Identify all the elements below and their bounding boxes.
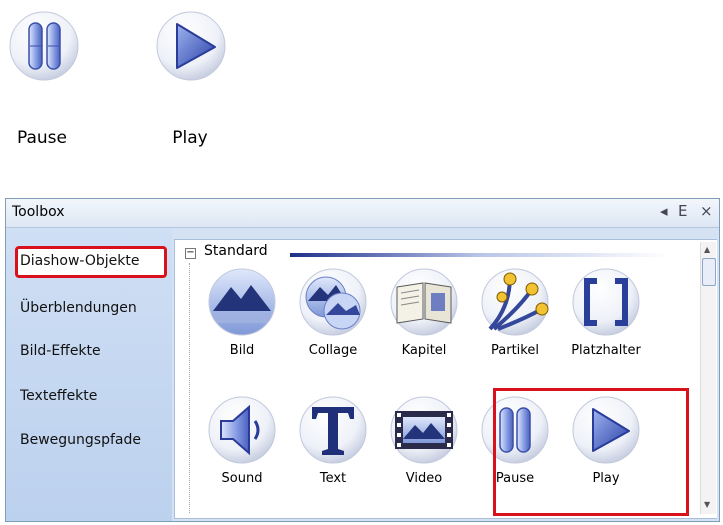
group-label: Standard bbox=[204, 243, 268, 259]
category-diashow-objekte[interactable]: Diashow-Objekte bbox=[20, 253, 140, 269]
tool-label: Platzhalter bbox=[571, 343, 641, 358]
tool-item-bild[interactable]: Bild bbox=[197, 267, 287, 358]
pause-button-large[interactable] bbox=[8, 10, 80, 86]
tool-label: Text bbox=[319, 471, 347, 486]
particle-icon bbox=[481, 268, 549, 336]
tool-label: Bild bbox=[229, 343, 255, 358]
vertical-scrollbar[interactable]: ▲ ▼ bbox=[700, 242, 716, 514]
toolbox-title: Toolbox bbox=[12, 204, 65, 220]
category-bewegungspfade[interactable]: Bewegungspfade bbox=[20, 432, 141, 448]
panel-menu-arrow-icon[interactable]: ◂ bbox=[660, 202, 668, 220]
scroll-down-icon[interactable]: ▼ bbox=[704, 500, 710, 509]
mountain-icon bbox=[208, 268, 276, 336]
tool-label: Partikel bbox=[491, 343, 539, 358]
book-icon bbox=[390, 268, 458, 336]
toolbox-content: − Standard Bild Collage Kapitel Partikel… bbox=[174, 239, 717, 519]
collapse-group-icon[interactable]: − bbox=[185, 248, 196, 259]
pause-label: Pause bbox=[17, 128, 67, 148]
collage-icon bbox=[299, 268, 367, 336]
category-ueberblendungen[interactable]: Überblendungen bbox=[20, 300, 137, 316]
highlight-box bbox=[493, 388, 689, 516]
toolbox-titlebar: Toolbox ◂ ⴹ × bbox=[6, 199, 719, 228]
play-button-large[interactable] bbox=[155, 10, 227, 86]
tool-item-text[interactable]: Text bbox=[288, 395, 378, 486]
tree-guide-line bbox=[189, 263, 190, 513]
category-bild-effekte[interactable]: Bild-Effekte bbox=[20, 343, 101, 359]
film-icon bbox=[390, 396, 458, 464]
pin-icon[interactable]: ⴹ bbox=[678, 202, 687, 220]
pause-icon bbox=[9, 11, 79, 81]
scroll-thumb[interactable] bbox=[702, 258, 716, 286]
close-icon[interactable]: × bbox=[700, 202, 713, 220]
tool-label: Sound bbox=[221, 471, 263, 486]
group-divider bbox=[290, 253, 670, 257]
tool-item-partikel[interactable]: Partikel bbox=[470, 267, 560, 358]
text-t-icon bbox=[299, 396, 367, 464]
tool-item-platzhalter[interactable]: Platzhalter bbox=[561, 267, 651, 358]
tool-label: Kapitel bbox=[401, 343, 447, 358]
tool-item-video[interactable]: Video bbox=[379, 395, 469, 486]
tool-label: Video bbox=[405, 471, 443, 486]
play-icon bbox=[156, 11, 226, 81]
speaker-icon bbox=[208, 396, 276, 464]
brackets-icon bbox=[572, 268, 640, 336]
category-texteffekte[interactable]: Texteffekte bbox=[20, 388, 97, 404]
play-label: Play bbox=[172, 128, 208, 148]
category-sidebar: Diashow-Objekte Überblendungen Bild-Effe… bbox=[6, 228, 172, 521]
tool-label: Collage bbox=[308, 343, 358, 358]
scroll-up-icon[interactable]: ▲ bbox=[704, 245, 710, 254]
tool-item-sound[interactable]: Sound bbox=[197, 395, 287, 486]
tool-item-collage[interactable]: Collage bbox=[288, 267, 378, 358]
tool-item-kapitel[interactable]: Kapitel bbox=[379, 267, 469, 358]
toolbox-panel: Toolbox ◂ ⴹ × Diashow-Objekte Überblendu… bbox=[5, 198, 720, 522]
